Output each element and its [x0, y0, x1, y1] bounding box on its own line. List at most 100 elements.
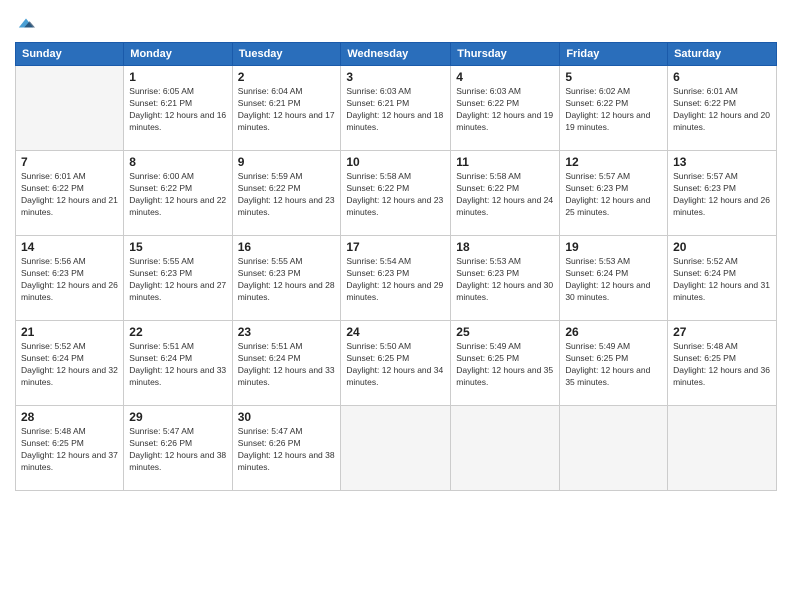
day-info: Sunrise: 5:56 AMSunset: 6:23 PMDaylight:… [21, 256, 118, 304]
page-header [15, 10, 777, 34]
calendar-cell: 11 Sunrise: 5:58 AMSunset: 6:22 PMDayligh… [451, 151, 560, 236]
weekday-header: Friday [560, 43, 668, 66]
day-number: 8 [129, 155, 226, 169]
day-number: 21 [21, 325, 118, 339]
calendar-cell [16, 66, 124, 151]
logo-text [15, 10, 35, 34]
day-info: Sunrise: 5:48 AMSunset: 6:25 PMDaylight:… [673, 341, 771, 389]
day-info: Sunrise: 6:00 AMSunset: 6:22 PMDaylight:… [129, 171, 226, 219]
calendar-cell: 3Sunrise: 6:03 AMSunset: 6:21 PMDaylight… [341, 66, 451, 151]
calendar-cell: 23 Sunrise: 5:51 AMSunset: 6:24 PMDayligh… [232, 321, 341, 406]
day-info: Sunrise: 5:48 AMSunset: 6:25 PMDaylight:… [21, 426, 118, 474]
calendar-cell: 25Sunrise: 5:49 AMSunset: 6:25 PMDayligh… [451, 321, 560, 406]
calendar-cell: 27 Sunrise: 5:48 AMSunset: 6:25 PMDayligh… [668, 321, 777, 406]
day-number: 24 [346, 325, 445, 339]
calendar-cell [560, 406, 668, 491]
day-info: Sunrise: 5:50 AMSunset: 6:25 PMDaylight:… [346, 341, 445, 389]
day-number: 15 [129, 240, 226, 254]
day-number: 9 [238, 155, 336, 169]
calendar-cell: 5 Sunrise: 6:02 AMSunset: 6:22 PMDaylight… [560, 66, 668, 151]
calendar-cell: 28Sunrise: 5:48 AMSunset: 6:25 PMDayligh… [16, 406, 124, 491]
calendar-cell [668, 406, 777, 491]
day-info: Sunrise: 5:52 AMSunset: 6:24 PMDaylight:… [673, 256, 771, 304]
day-info: Sunrise: 5:54 AMSunset: 6:23 PMDaylight:… [346, 256, 445, 304]
day-number: 27 [673, 325, 771, 339]
day-info: Sunrise: 5:57 AMSunset: 6:23 PMDaylight:… [673, 171, 771, 219]
day-number: 7 [21, 155, 118, 169]
day-info: Sunrise: 5:57 AMSunset: 6:23 PMDaylight:… [565, 171, 662, 219]
day-number: 1 [129, 70, 226, 84]
day-number: 11 [456, 155, 554, 169]
weekday-header: Thursday [451, 43, 560, 66]
calendar-cell: 10 Sunrise: 5:58 AMSunset: 6:22 PMDayligh… [341, 151, 451, 236]
day-number: 12 [565, 155, 662, 169]
calendar-cell: 13 Sunrise: 5:57 AMSunset: 6:23 PMDayligh… [668, 151, 777, 236]
calendar-week-row: 7 Sunrise: 6:01 AMSunset: 6:22 PMDaylight… [16, 151, 777, 236]
day-number: 18 [456, 240, 554, 254]
calendar-cell: 29 Sunrise: 5:47 AMSunset: 6:26 PMDayligh… [124, 406, 232, 491]
calendar-cell: 16 Sunrise: 5:55 AMSunset: 6:23 PMDayligh… [232, 236, 341, 321]
day-number: 17 [346, 240, 445, 254]
day-info: Sunrise: 5:47 AMSunset: 6:26 PMDaylight:… [129, 426, 226, 474]
day-info: Sunrise: 6:01 AMSunset: 6:22 PMDaylight:… [673, 86, 771, 134]
day-number: 26 [565, 325, 662, 339]
day-number: 2 [238, 70, 336, 84]
day-number: 13 [673, 155, 771, 169]
day-info: Sunrise: 6:02 AMSunset: 6:22 PMDaylight:… [565, 86, 662, 134]
day-info: Sunrise: 5:49 AMSunset: 6:25 PMDaylight:… [456, 341, 554, 389]
day-number: 5 [565, 70, 662, 84]
calendar-cell: 7 Sunrise: 6:01 AMSunset: 6:22 PMDaylight… [16, 151, 124, 236]
day-number: 23 [238, 325, 336, 339]
calendar-cell: 6Sunrise: 6:01 AMSunset: 6:22 PMDaylight… [668, 66, 777, 151]
day-number: 4 [456, 70, 554, 84]
day-info: Sunrise: 5:55 AMSunset: 6:23 PMDaylight:… [238, 256, 336, 304]
weekday-header: Sunday [16, 43, 124, 66]
day-info: Sunrise: 6:04 AMSunset: 6:21 PMDaylight:… [238, 86, 336, 134]
calendar-week-row: 1 Sunrise: 6:05 AMSunset: 6:21 PMDaylight… [16, 66, 777, 151]
logo-icon [17, 16, 35, 30]
calendar-cell [341, 406, 451, 491]
calendar-cell: 19 Sunrise: 5:53 AMSunset: 6:24 PMDayligh… [560, 236, 668, 321]
calendar-cell: 8 Sunrise: 6:00 AMSunset: 6:22 PMDaylight… [124, 151, 232, 236]
day-number: 29 [129, 410, 226, 424]
day-info: Sunrise: 5:53 AMSunset: 6:24 PMDaylight:… [565, 256, 662, 304]
day-info: Sunrise: 5:51 AMSunset: 6:24 PMDaylight:… [129, 341, 226, 389]
calendar-week-row: 28Sunrise: 5:48 AMSunset: 6:25 PMDayligh… [16, 406, 777, 491]
calendar-cell: 4 Sunrise: 6:03 AMSunset: 6:22 PMDaylight… [451, 66, 560, 151]
calendar-cell: 21Sunrise: 5:52 AMSunset: 6:24 PMDayligh… [16, 321, 124, 406]
calendar-cell: 15 Sunrise: 5:55 AMSunset: 6:23 PMDayligh… [124, 236, 232, 321]
day-info: Sunrise: 5:51 AMSunset: 6:24 PMDaylight:… [238, 341, 336, 389]
day-info: Sunrise: 6:03 AMSunset: 6:22 PMDaylight:… [456, 86, 554, 134]
day-number: 20 [673, 240, 771, 254]
calendar-header-row: SundayMondayTuesdayWednesdayThursdayFrid… [16, 43, 777, 66]
calendar-cell: 30 Sunrise: 5:47 AMSunset: 6:26 PMDayligh… [232, 406, 341, 491]
calendar-cell: 12 Sunrise: 5:57 AMSunset: 6:23 PMDayligh… [560, 151, 668, 236]
calendar-cell [451, 406, 560, 491]
calendar-cell: 22 Sunrise: 5:51 AMSunset: 6:24 PMDayligh… [124, 321, 232, 406]
calendar: SundayMondayTuesdayWednesdayThursdayFrid… [15, 42, 777, 491]
day-number: 10 [346, 155, 445, 169]
weekday-header: Tuesday [232, 43, 341, 66]
day-number: 14 [21, 240, 118, 254]
calendar-cell: 17 Sunrise: 5:54 AMSunset: 6:23 PMDayligh… [341, 236, 451, 321]
calendar-cell: 1 Sunrise: 6:05 AMSunset: 6:21 PMDaylight… [124, 66, 232, 151]
day-info: Sunrise: 6:05 AMSunset: 6:21 PMDaylight:… [129, 86, 226, 134]
day-info: Sunrise: 5:58 AMSunset: 6:22 PMDaylight:… [456, 171, 554, 219]
logo [15, 10, 35, 34]
calendar-cell: 20 Sunrise: 5:52 AMSunset: 6:24 PMDayligh… [668, 236, 777, 321]
day-info: Sunrise: 5:49 AMSunset: 6:25 PMDaylight:… [565, 341, 662, 389]
calendar-week-row: 14 Sunrise: 5:56 AMSunset: 6:23 PMDayligh… [16, 236, 777, 321]
day-number: 16 [238, 240, 336, 254]
day-info: Sunrise: 5:58 AMSunset: 6:22 PMDaylight:… [346, 171, 445, 219]
day-info: Sunrise: 6:03 AMSunset: 6:21 PMDaylight:… [346, 86, 445, 134]
day-number: 30 [238, 410, 336, 424]
day-info: Sunrise: 5:47 AMSunset: 6:26 PMDaylight:… [238, 426, 336, 474]
calendar-cell: 2 Sunrise: 6:04 AMSunset: 6:21 PMDaylight… [232, 66, 341, 151]
day-number: 19 [565, 240, 662, 254]
day-info: Sunrise: 6:01 AMSunset: 6:22 PMDaylight:… [21, 171, 118, 219]
calendar-week-row: 21Sunrise: 5:52 AMSunset: 6:24 PMDayligh… [16, 321, 777, 406]
day-info: Sunrise: 5:53 AMSunset: 6:23 PMDaylight:… [456, 256, 554, 304]
calendar-cell: 9Sunrise: 5:59 AMSunset: 6:22 PMDaylight… [232, 151, 341, 236]
day-info: Sunrise: 5:55 AMSunset: 6:23 PMDaylight:… [129, 256, 226, 304]
day-number: 22 [129, 325, 226, 339]
